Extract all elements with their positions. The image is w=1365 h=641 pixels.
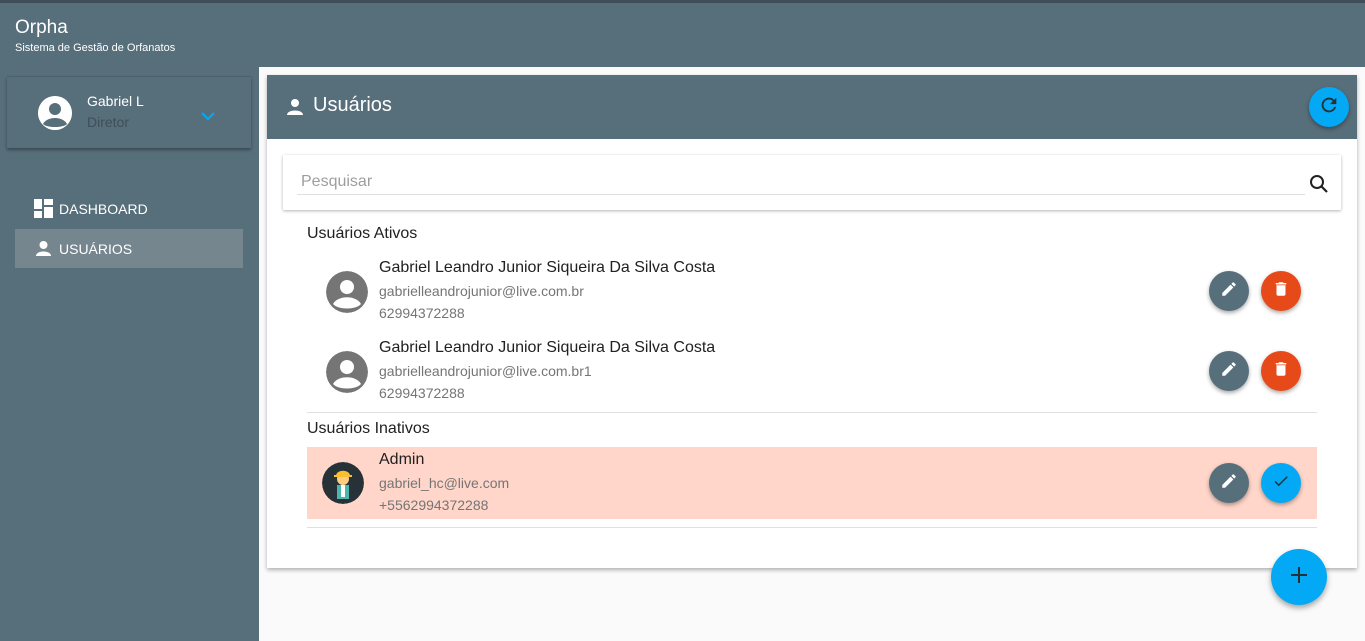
edit-button[interactable] xyxy=(1209,351,1249,391)
sidebar-item-label: DASHBOARD xyxy=(59,200,148,217)
delete-button[interactable] xyxy=(1261,271,1301,311)
divider xyxy=(307,527,1317,528)
edit-button[interactable] xyxy=(1209,271,1249,311)
account-circle-icon xyxy=(38,96,72,130)
pencil-icon xyxy=(1220,472,1238,495)
chevron-down-icon[interactable] xyxy=(199,109,217,121)
refresh-button[interactable] xyxy=(1309,87,1349,127)
check-icon xyxy=(1272,472,1290,495)
sidebar-item-dashboard[interactable]: DASHBOARD xyxy=(15,189,243,228)
activate-button[interactable] xyxy=(1261,463,1301,503)
inactive-users-heading: Usuários Inativos xyxy=(307,420,430,437)
plus-icon xyxy=(1289,565,1309,590)
person-icon xyxy=(34,239,53,258)
divider xyxy=(307,412,1317,413)
sidebar-item-label: USUÁRIOS xyxy=(59,240,133,257)
trash-icon xyxy=(1272,360,1290,383)
refresh-icon xyxy=(1318,94,1340,121)
user-email: gabrielleandrojunior@live.com.br xyxy=(379,283,584,299)
user-email: gabrielleandrojunior@live.com.br1 xyxy=(379,363,592,379)
worker-avatar xyxy=(322,462,364,504)
app-bar: Orpha Sistema de Gestão de Orfanatos xyxy=(0,0,1365,67)
app-title: Orpha xyxy=(15,17,68,38)
pencil-icon xyxy=(1220,280,1238,303)
edit-button[interactable] xyxy=(1209,463,1249,503)
search-bar xyxy=(283,155,1341,210)
card-header: Usuários xyxy=(267,75,1357,139)
user-name: Gabriel Leandro Junior Siqueira Da Silva… xyxy=(379,339,716,356)
search-input[interactable] xyxy=(297,169,1305,195)
user-role: Diretor xyxy=(87,114,130,130)
user-profile-card[interactable]: Gabriel L Diretor xyxy=(7,76,251,148)
user-phone: +5562994372288 xyxy=(379,497,489,513)
account-circle-icon xyxy=(326,351,368,393)
user-name: Gabriel L xyxy=(87,93,144,109)
person-icon xyxy=(286,97,304,117)
pencil-icon xyxy=(1220,360,1238,383)
user-email: gabriel_hc@live.com xyxy=(379,475,510,491)
user-phone: 62994372288 xyxy=(379,305,465,321)
user-list-item: Gabriel Leandro Junior Siqueira Da Silva… xyxy=(307,255,1317,327)
sidebar-item-usuarios[interactable]: USUÁRIOS xyxy=(15,229,243,268)
app-subtitle: Sistema de Gestão de Orfanatos xyxy=(15,42,176,54)
search-icon[interactable] xyxy=(1309,174,1329,194)
user-phone: 62994372288 xyxy=(379,385,465,401)
dashboard-icon xyxy=(34,199,53,218)
active-users-heading: Usuários Ativos xyxy=(307,225,418,242)
user-list-item: Gabriel Leandro Junior Siqueira Da Silva… xyxy=(307,335,1317,407)
user-list-item: Admin gabriel_hc@live.com +5562994372288 xyxy=(307,447,1317,519)
users-card: Usuários Usuários Ativos xyxy=(267,75,1357,568)
delete-button[interactable] xyxy=(1261,351,1301,391)
page-title: Usuários xyxy=(313,94,392,116)
trash-icon xyxy=(1272,280,1290,303)
user-name: Gabriel Leandro Junior Siqueira Da Silva… xyxy=(379,259,716,276)
add-user-button[interactable] xyxy=(1271,549,1327,605)
sidebar: Gabriel L Diretor DASHBOARD USUÁRIOS xyxy=(0,67,259,641)
user-name: Admin xyxy=(379,451,425,468)
account-circle-icon xyxy=(326,271,368,313)
